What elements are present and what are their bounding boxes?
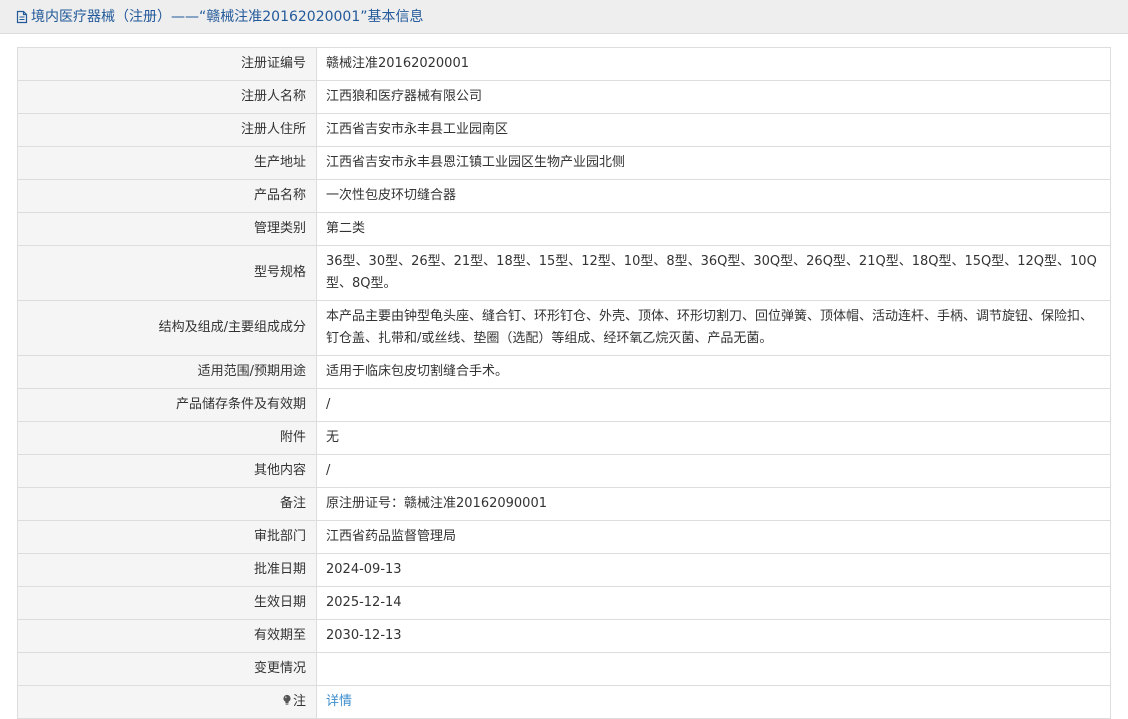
- table-row: 型号规格 36型、30型、26型、21型、18型、15型、12型、10型、8型、…: [17, 245, 1111, 301]
- row-value: 本产品主要由钟型龟头座、缝合钉、环形钉仓、外壳、顶体、环形切割刀、回位弹簧、顶体…: [316, 300, 1111, 356]
- row-value: /: [316, 454, 1111, 488]
- note-label: 注: [292, 694, 306, 709]
- row-value: 第二类: [316, 212, 1111, 246]
- row-label: 注册人住所: [17, 113, 317, 147]
- table-row: 有效期至 2030-12-13: [17, 619, 1111, 653]
- row-value: 江西省吉安市永丰县工业园南区: [316, 113, 1111, 147]
- row-label: 适用范围/预期用途: [17, 355, 317, 389]
- row-label: 注册证编号: [17, 47, 317, 81]
- table-row: 适用范围/预期用途 适用于临床包皮切割缝合手术。: [17, 355, 1111, 389]
- row-label: 有效期至: [17, 619, 317, 653]
- details-link[interactable]: 详情: [326, 694, 352, 709]
- row-value: 一次性包皮环切缝合器: [316, 179, 1111, 213]
- row-label: 其他内容: [17, 454, 317, 488]
- table-row: 批准日期 2024-09-13: [17, 553, 1111, 587]
- row-label: 附件: [17, 421, 317, 455]
- row-value: 赣械注准20162020001: [316, 47, 1111, 81]
- document-icon: [16, 10, 28, 24]
- row-label: 注册人名称: [17, 80, 317, 114]
- table-row: 产品名称 一次性包皮环切缝合器: [17, 179, 1111, 213]
- note-row: 注 详情: [17, 685, 1111, 719]
- row-value: 江西省吉安市永丰县恩江镇工业园区生物产业园北侧: [316, 146, 1111, 180]
- row-label: 生效日期: [17, 586, 317, 620]
- table-row: 注册人住所 江西省吉安市永丰县工业园南区: [17, 113, 1111, 147]
- table-row: 结构及组成/主要组成成分 本产品主要由钟型龟头座、缝合钉、环形钉仓、外壳、顶体、…: [17, 300, 1111, 356]
- table-row: 管理类别 第二类: [17, 212, 1111, 246]
- table-row: 生产地址 江西省吉安市永丰县恩江镇工业园区生物产业园北侧: [17, 146, 1111, 180]
- row-label: 生产地址: [17, 146, 317, 180]
- row-value: 2030-12-13: [316, 619, 1111, 653]
- lightbulb-icon: [283, 694, 291, 705]
- row-value: 适用于临床包皮切割缝合手术。: [316, 355, 1111, 389]
- table-row: 其他内容 /: [17, 454, 1111, 488]
- row-value: 2025-12-14: [316, 586, 1111, 620]
- row-label: 结构及组成/主要组成成分: [17, 300, 317, 356]
- row-value: 36型、30型、26型、21型、18型、15型、12型、10型、8型、36Q型、…: [316, 245, 1111, 301]
- page-header: 境内医疗器械（注册）——“赣械注准20162020001”基本信息: [0, 0, 1128, 34]
- row-label: 产品名称: [17, 179, 317, 213]
- row-label: 审批部门: [17, 520, 317, 554]
- row-value: /: [316, 388, 1111, 422]
- table-row: 附件 无: [17, 421, 1111, 455]
- row-label: 变更情况: [17, 652, 317, 686]
- row-value: 无: [316, 421, 1111, 455]
- device-info-table: 注册证编号 赣械注准20162020001 注册人名称 江西狼和医疗器械有限公司…: [17, 47, 1111, 719]
- page-title-text: 境内医疗器械（注册）——“赣械注准20162020001”基本信息: [31, 9, 424, 25]
- table-row: 注册证编号 赣械注准20162020001: [17, 47, 1111, 81]
- row-value: 原注册证号：赣械注准20162090001: [316, 487, 1111, 521]
- table-row: 生效日期 2025-12-14: [17, 586, 1111, 620]
- page-title: 境内医疗器械（注册）——“赣械注准20162020001”基本信息: [15, 8, 423, 26]
- row-label: 批准日期: [17, 553, 317, 587]
- row-value: 江西狼和医疗器械有限公司: [316, 80, 1111, 114]
- row-value: 江西省药品监督管理局: [316, 520, 1111, 554]
- row-label: 产品储存条件及有效期: [17, 388, 317, 422]
- row-value: 2024-09-13: [316, 553, 1111, 587]
- row-label: 型号规格: [17, 245, 317, 301]
- note-label-cell: 注: [17, 685, 317, 719]
- note-value-cell: 详情: [316, 685, 1111, 719]
- table-row: 审批部门 江西省药品监督管理局: [17, 520, 1111, 554]
- table-row: 备注 原注册证号：赣械注准20162090001: [17, 487, 1111, 521]
- table-row: 变更情况: [17, 652, 1111, 686]
- row-value: [316, 652, 1111, 686]
- row-label: 管理类别: [17, 212, 317, 246]
- table-row: 注册人名称 江西狼和医疗器械有限公司: [17, 80, 1111, 114]
- table-row: 产品储存条件及有效期 /: [17, 388, 1111, 422]
- row-label: 备注: [17, 487, 317, 521]
